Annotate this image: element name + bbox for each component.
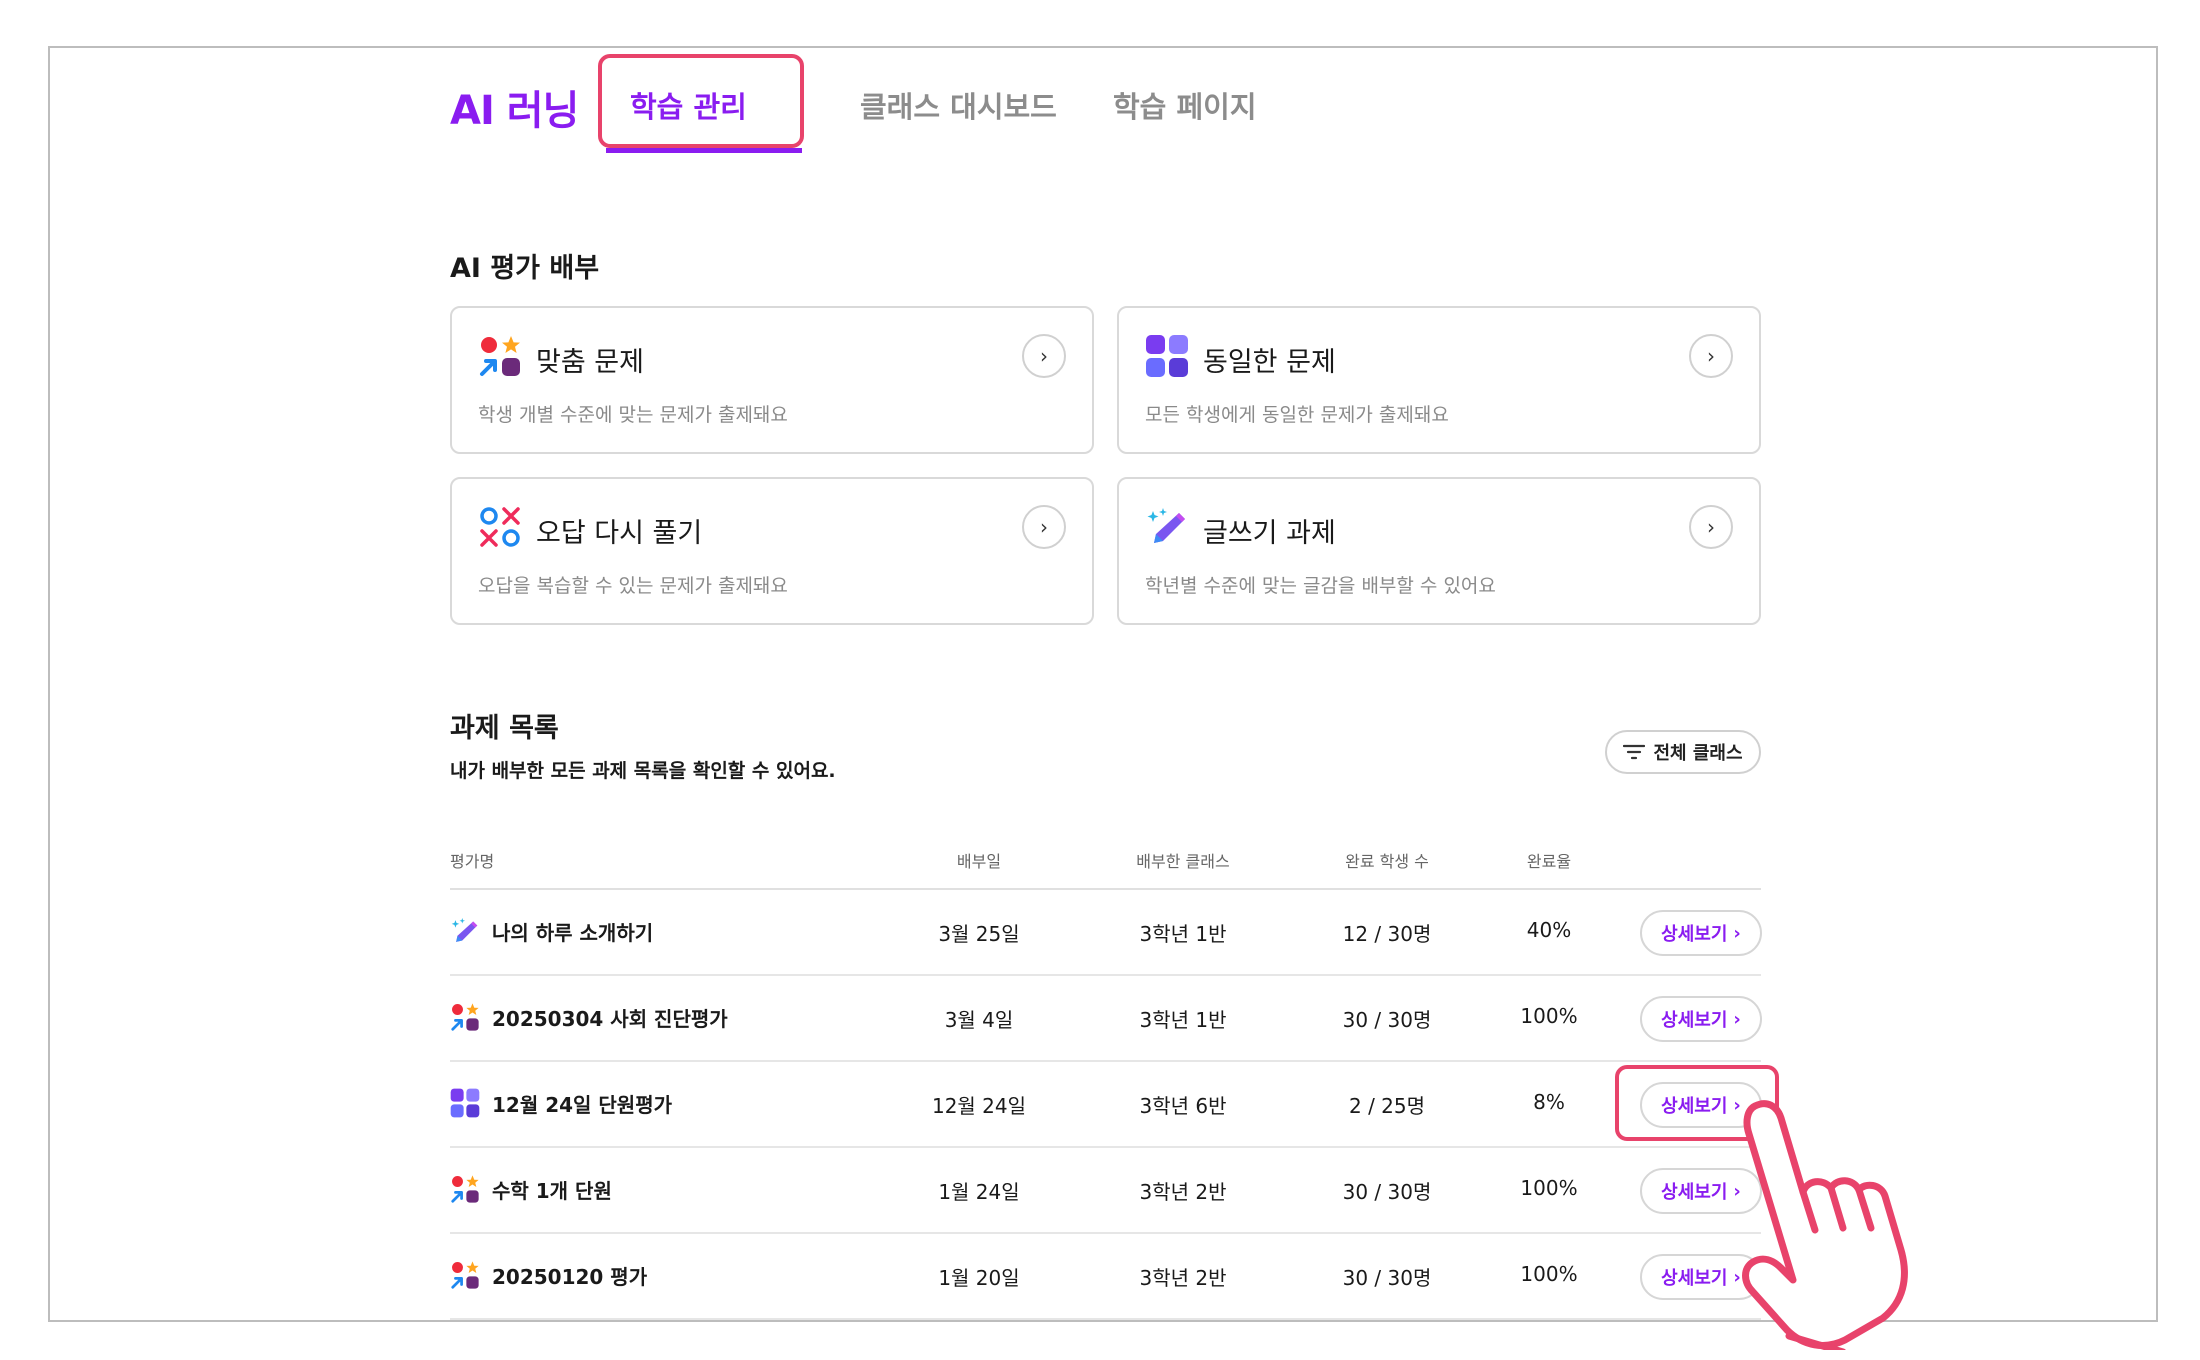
table-row: 20250304 사회 진단평가 3월 4일 3학년 1반 30 / 30명 1… — [450, 976, 1762, 1062]
card-desc: 학생 개별 수준에 맞는 문제가 출제돼요 — [478, 404, 788, 426]
tab-learning-page[interactable]: 학습 페이지 — [1113, 84, 1257, 126]
assignment-class: 3학년 2반 — [1139, 1180, 1227, 1204]
card-custom-questions[interactable]: 맞춤 문제 학생 개별 수준에 맞는 문제가 출제돼요 › — [450, 306, 1094, 454]
hand-pointer-icon — [1742, 1100, 1908, 1350]
assignment-class: 3학년 1반 — [1139, 1008, 1227, 1032]
col-header-done: 완료 학생 수 — [1345, 852, 1429, 871]
assignment-rate: 100% — [1520, 1262, 1578, 1286]
ai-section-title: AI 평가 배부 — [450, 253, 600, 284]
assignment-name[interactable]: 20250304 사회 진단평가 — [450, 1002, 728, 1032]
assignment-class: 3학년 6반 — [1139, 1094, 1227, 1118]
card-retry-wrong[interactable]: 오답 다시 풀기 오답을 복습할 수 있는 문제가 출제돼요 › — [450, 477, 1094, 625]
grid-squares-icon — [450, 1088, 480, 1118]
assignment-name[interactable]: 나의 하루 소개하기 — [450, 916, 653, 946]
card-desc: 오답을 복습할 수 있는 문제가 출제돼요 — [478, 575, 788, 597]
assignment-done: 2 / 25명 — [1348, 1094, 1426, 1118]
detail-label: 상세보기 — [1661, 1010, 1728, 1031]
chevron-right-icon: › — [1733, 922, 1741, 944]
assignment-date: 3월 4일 — [944, 1008, 1014, 1032]
assignment-class: 3학년 1반 — [1139, 922, 1227, 946]
table-row: 나의 하루 소개하기 3월 25일 3학년 1반 12 / 30명 40% 상세… — [450, 890, 1762, 976]
chevron-right-icon[interactable]: › — [1689, 505, 1733, 549]
custom-shapes-icon — [478, 334, 522, 378]
assignment-rate: 100% — [1520, 1176, 1578, 1200]
assignment-date: 1월 24일 — [938, 1180, 1020, 1204]
card-writing-assignment[interactable]: 글쓰기 과제 학년별 수준에 맞는 글감을 배부할 수 있어요 › — [1117, 477, 1761, 625]
detail-button[interactable]: 상세보기 › — [1640, 996, 1762, 1042]
detail-label: 상세보기 — [1661, 924, 1728, 945]
grid-squares-icon — [1145, 334, 1189, 378]
assignment-class: 3학년 2반 — [1139, 1266, 1227, 1290]
card-title: 동일한 문제 — [1203, 347, 1336, 378]
tab-highlight-box — [598, 54, 804, 148]
filter-icon — [1623, 744, 1646, 760]
assignment-done: 30 / 30명 — [1342, 1008, 1432, 1032]
class-filter-button[interactable]: 전체 클래스 — [1605, 730, 1761, 774]
card-title: 글쓰기 과제 — [1203, 518, 1336, 549]
assignment-done: 12 / 30명 — [1342, 922, 1432, 946]
logo[interactable]: AI 러닝 — [450, 78, 579, 136]
card-title: 맞춤 문제 — [536, 347, 644, 378]
assignment-rate: 8% — [1533, 1090, 1565, 1114]
tab-class-dashboard[interactable]: 클래스 대시보드 — [860, 84, 1057, 126]
card-desc: 학년별 수준에 맞는 글감을 배부할 수 있어요 — [1145, 575, 1496, 597]
assignments-title: 과제 목록 — [450, 713, 559, 744]
assignment-title: 20250304 사회 진단평가 — [492, 1006, 728, 1031]
card-desc: 모든 학생에게 동일한 문제가 출제돼요 — [1145, 404, 1449, 426]
chevron-right-icon[interactable]: › — [1022, 505, 1066, 549]
pencil-sparkle-icon — [1145, 505, 1189, 549]
table-row: 수학 1개 단원 1월 24일 3학년 2반 30 / 30명 100% 상세보… — [450, 1148, 1762, 1234]
assignment-done: 30 / 30명 — [1342, 1180, 1432, 1204]
col-header-date: 배부일 — [956, 852, 1002, 871]
filter-label: 전체 클래스 — [1653, 743, 1743, 764]
chevron-right-icon[interactable]: › — [1689, 334, 1733, 378]
assignment-title: 수학 1개 단원 — [492, 1178, 612, 1203]
assignment-title: 12월 24일 단원평가 — [492, 1092, 672, 1117]
detail-label: 상세보기 — [1661, 1182, 1728, 1203]
card-title: 오답 다시 풀기 — [536, 518, 703, 549]
table-row: 20250120 평가 1월 20일 3학년 2반 30 / 30명 100% … — [450, 1234, 1762, 1320]
assignment-name[interactable]: 수학 1개 단원 — [450, 1174, 612, 1204]
assignment-date: 12월 24일 — [931, 1094, 1027, 1118]
col-header-name: 평가명 — [450, 852, 495, 871]
assignment-date: 1월 20일 — [938, 1266, 1020, 1290]
top-nav: AI 러닝 학습 관리 클래스 대시보드 학습 페이지 — [450, 48, 1810, 158]
assignment-rate: 100% — [1520, 1004, 1578, 1028]
pencil-sparkle-icon — [450, 916, 480, 946]
ox-icon — [478, 505, 522, 549]
assignment-rate: 40% — [1526, 918, 1572, 942]
custom-shapes-icon — [450, 1002, 480, 1032]
detail-label: 상세보기 — [1661, 1268, 1728, 1289]
assignments-desc: 내가 배부한 모든 과제 목록을 확인할 수 있어요. — [450, 760, 836, 782]
assignment-name[interactable]: 20250120 평가 — [450, 1260, 647, 1290]
custom-shapes-icon — [450, 1174, 480, 1204]
assignment-title: 나의 하루 소개하기 — [492, 920, 654, 945]
chevron-right-icon: › — [1733, 1008, 1741, 1030]
col-header-class: 배부한 클래스 — [1136, 852, 1230, 871]
assignment-done: 30 / 30명 — [1342, 1266, 1432, 1290]
chevron-right-icon[interactable]: › — [1022, 334, 1066, 378]
table-row: 12월 24일 단원평가 12월 24일 3학년 6반 2 / 25명 8% 상… — [450, 1062, 1762, 1148]
col-header-rate: 완료율 — [1526, 852, 1572, 871]
assignment-name[interactable]: 12월 24일 단원평가 — [450, 1088, 672, 1118]
active-tab-indicator — [606, 148, 802, 153]
main-content: AI 러닝 학습 관리 클래스 대시보드 학습 페이지 AI 평가 배부 맞춤 … — [450, 48, 1810, 1320]
custom-shapes-icon — [450, 1260, 480, 1290]
detail-button[interactable]: 상세보기 › — [1640, 910, 1762, 956]
assignment-title: 20250120 평가 — [492, 1264, 648, 1289]
card-same-questions[interactable]: 동일한 문제 모든 학생에게 동일한 문제가 출제돼요 › — [1117, 306, 1761, 454]
assignment-date: 3월 25일 — [938, 922, 1020, 946]
